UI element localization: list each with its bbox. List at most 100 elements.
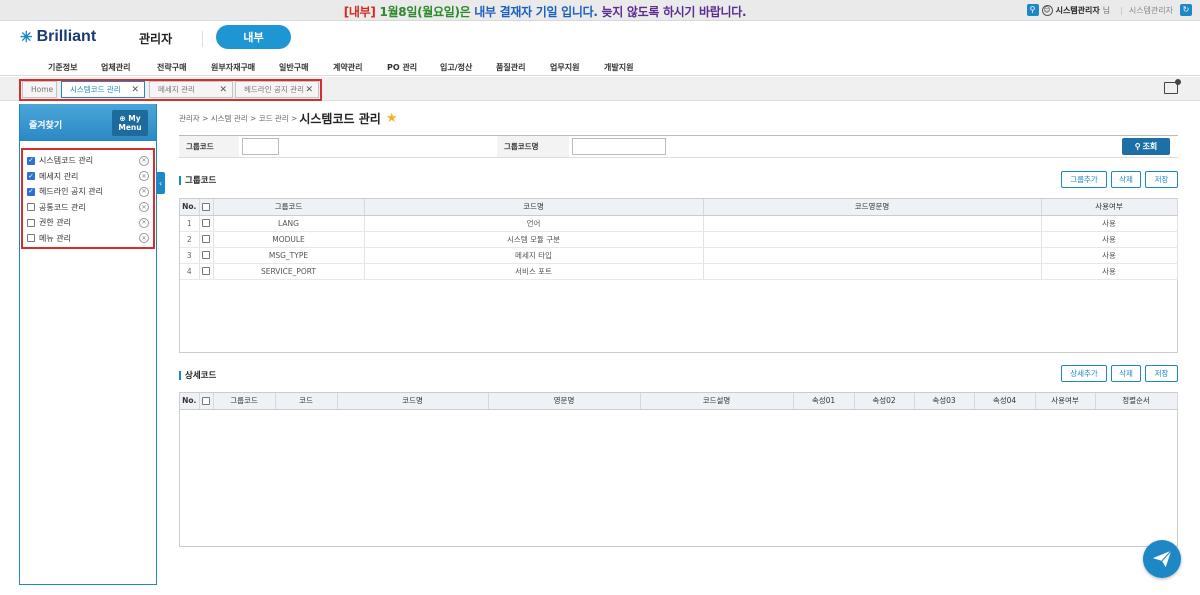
column-header[interactable]: 코드	[275, 393, 338, 410]
remove-icon[interactable]: ✕	[139, 171, 149, 182]
column-header[interactable]: 속성02	[854, 393, 915, 410]
column-header[interactable]: 속성03	[914, 393, 975, 410]
add-detail-button[interactable]: 상세추가	[1061, 365, 1107, 382]
favorite-item[interactable]: 권한 관리 ✕	[23, 215, 153, 231]
favorite-item[interactable]: ✓ 메세지 관리 ✕	[23, 169, 153, 185]
add-group-button[interactable]: 그룹추가	[1061, 171, 1107, 188]
internal-pill-button[interactable]: 내부	[216, 25, 291, 49]
column-header[interactable]: 코드설명	[640, 393, 794, 410]
delete-group-button[interactable]: 삭제	[1111, 171, 1141, 188]
favorite-item[interactable]: ✓ 시스템코드 관리 ✕	[23, 153, 153, 169]
new-window-icon[interactable]	[1164, 79, 1181, 94]
close-icon[interactable]: ✕	[219, 85, 227, 95]
close-icon[interactable]: ✕	[131, 85, 139, 95]
column-header[interactable]: 사용여부	[1035, 393, 1096, 410]
detail-section-title: 상세코드	[179, 369, 216, 381]
breadcrumb-path: 관리자 > 시스템 관리 > 코드 관리 >	[179, 114, 298, 123]
menu-item-contract[interactable]: 계약관리	[333, 62, 362, 73]
menu-item-support[interactable]: 업무지원	[550, 62, 579, 73]
table-row[interactable]: 3 MSG_TYPE 메세지 타입 사용	[180, 247, 1178, 264]
breadcrumb: 관리자 > 시스템 관리 > 코드 관리 > 시스템코드 관리 ★	[179, 110, 397, 127]
paper-plane-icon	[1152, 550, 1172, 568]
checkbox[interactable]: ✓	[27, 156, 35, 165]
row-checkbox[interactable]	[202, 251, 210, 259]
column-header[interactable]: 코드영문명	[703, 199, 1042, 216]
search-icon[interactable]: ⚲	[1026, 4, 1039, 16]
search-icon: ⚲	[1134, 142, 1141, 151]
save-group-button[interactable]: 저장	[1145, 171, 1178, 188]
favorite-item[interactable]: ✓ 헤드라인 공지 관리 ✕	[23, 184, 153, 200]
user-icon: ☺	[1041, 4, 1053, 16]
column-header[interactable]: 영문명	[488, 393, 641, 410]
row-checkbox[interactable]	[202, 267, 210, 275]
column-header[interactable]: 속성04	[974, 393, 1036, 410]
menu-item-vendor[interactable]: 업체관리	[101, 62, 130, 73]
send-fab-button[interactable]	[1143, 540, 1181, 578]
table-row[interactable]: 1 LANG 언어 사용	[180, 215, 1178, 232]
select-all-checkbox[interactable]	[202, 396, 210, 405]
save-detail-button[interactable]: 저장	[1145, 365, 1178, 382]
group-section-title: 그룹코드	[179, 174, 216, 186]
checkbox[interactable]: ✓	[27, 187, 35, 196]
column-header[interactable]: 그룹코드	[213, 393, 276, 410]
checkbox[interactable]	[27, 203, 35, 212]
menu-item-dev-support[interactable]: 개발지원	[604, 62, 633, 73]
menu-item-strategic-purchase[interactable]: 전략구매	[157, 62, 186, 73]
row-checkbox[interactable]	[202, 235, 210, 243]
select-all-checkbox[interactable]	[202, 202, 210, 211]
menu-item-po[interactable]: PO 관리	[387, 62, 417, 73]
remove-icon[interactable]: ✕	[139, 186, 149, 197]
column-header: No.	[180, 199, 200, 216]
table-row[interactable]: 4 SERVICE_PORT 서비스 포트 사용	[180, 263, 1178, 280]
column-header: No.	[180, 393, 200, 410]
sidebar-collapse-button[interactable]: ‹	[156, 172, 165, 194]
column-header[interactable]: 코드명	[337, 393, 489, 410]
tab-home[interactable]: Home	[22, 81, 57, 98]
header-divider	[202, 31, 203, 47]
remove-icon[interactable]: ✕	[139, 155, 149, 166]
user-area: ⚲ ☺ 시스템관리자 님 | 시스템관리자 ↻	[1026, 4, 1192, 16]
column-header[interactable]: 그룹코드	[213, 199, 365, 216]
remove-icon[interactable]: ✕	[139, 233, 149, 244]
remove-icon[interactable]: ✕	[139, 217, 149, 228]
role-title: 관리자	[139, 32, 173, 46]
table-row[interactable]: 2 MODULE 시스템 모듈 구분 사용	[180, 231, 1178, 248]
favorites-title: 즐겨찾기	[29, 121, 63, 131]
favorite-item[interactable]: 메뉴 관리 ✕	[23, 231, 153, 247]
favorite-item[interactable]: 공통코드 관리 ✕	[23, 200, 153, 216]
tab-system-code[interactable]: 시스템코드 관리 ✕	[61, 81, 145, 98]
column-header[interactable]: 코드명	[364, 199, 704, 216]
checkbox[interactable]	[27, 218, 35, 227]
menu-item-master-data[interactable]: 기준정보	[48, 62, 77, 73]
menu-item-general-purchase[interactable]: 일반구매	[279, 62, 308, 73]
row-checkbox[interactable]	[202, 219, 210, 227]
remove-icon[interactable]: ✕	[139, 202, 149, 213]
my-menu-button[interactable]: ⊕ My Menu	[112, 110, 148, 136]
brand-logo[interactable]: ✳ Brilliant	[20, 28, 96, 46]
checkbox[interactable]	[27, 234, 35, 243]
checkbox[interactable]: ✓	[27, 172, 35, 181]
logout-icon[interactable]: ↻	[1180, 4, 1192, 16]
tab-bar: Home 시스템코드 관리 ✕ 메세지 관리 ✕ 헤드라인 공지 관리 ✕	[0, 77, 1200, 101]
group-code-input[interactable]	[242, 138, 279, 155]
menu-item-quality[interactable]: 품질관리	[496, 62, 525, 73]
close-icon[interactable]: ✕	[305, 85, 313, 95]
column-header	[199, 393, 214, 410]
favorites-sidebar: 즐겨찾기 ⊕ My Menu ✓ 시스템코드 관리 ✕ ✓ 메세지 관리 ✕ ✓…	[19, 104, 157, 585]
detail-code-grid: No. 그룹코드 코드 코드명 영문명 코드설명 속성01 속성02 속성03 …	[179, 392, 1178, 547]
menu-item-material-purchase[interactable]: 원부자재구매	[211, 62, 255, 73]
brand-name: Brilliant	[36, 28, 97, 45]
search-button[interactable]: ⚲ 조회	[1122, 138, 1170, 155]
page-title: 시스템코드 관리	[299, 112, 381, 126]
group-code-label: 그룹코드	[179, 136, 239, 157]
delete-detail-button[interactable]: 삭제	[1111, 365, 1141, 382]
column-header[interactable]: 속성01	[793, 393, 855, 410]
menu-item-receipt[interactable]: 입고/정산	[440, 62, 472, 73]
group-name-input[interactable]	[572, 138, 666, 155]
star-icon[interactable]: ★	[386, 111, 398, 126]
tab-headline-notice[interactable]: 헤드라인 공지 관리 ✕	[235, 81, 319, 98]
group-name-label: 그룹코드명	[497, 136, 569, 157]
column-header[interactable]: 정렬순서	[1095, 393, 1178, 410]
tab-message[interactable]: 메세지 관리 ✕	[149, 81, 233, 98]
column-header[interactable]: 사용여부	[1041, 199, 1178, 216]
